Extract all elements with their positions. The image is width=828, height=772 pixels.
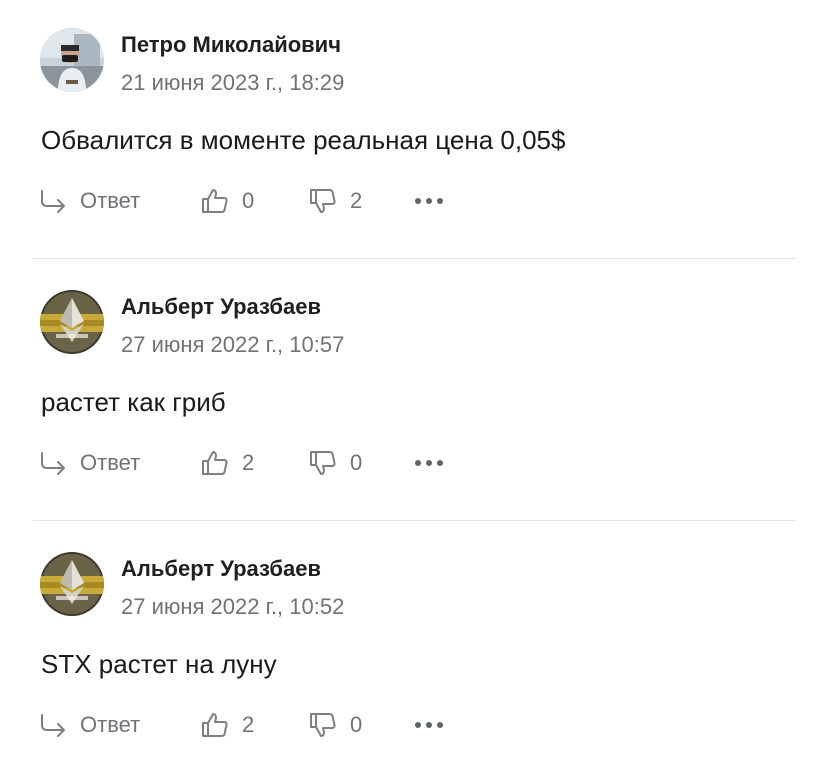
ethereum-logo-icon bbox=[40, 552, 104, 616]
like-button[interactable]: 0 bbox=[200, 183, 254, 219]
reply-arrow-icon bbox=[41, 190, 65, 213]
dislike-count: 0 bbox=[350, 450, 363, 475]
like-count: 2 bbox=[242, 450, 255, 475]
comments-list: Петро Миколайович 21 июня 2023 г., 18:29… bbox=[0, 0, 828, 772]
comment-author[interactable]: Альберт Уразбаев bbox=[121, 556, 321, 582]
reply-button[interactable]: Ответ bbox=[38, 707, 140, 743]
divider bbox=[33, 520, 796, 521]
comment-author[interactable]: Петро Миколайович bbox=[121, 32, 341, 58]
comment-text: растет как гриб bbox=[41, 387, 226, 417]
comment-actions: Ответ 2 0 bbox=[38, 707, 458, 743]
reply-label: Ответ bbox=[80, 712, 141, 737]
like-count: 2 bbox=[242, 712, 255, 737]
comment-actions: Ответ 2 0 bbox=[38, 445, 458, 481]
more-dots-icon bbox=[415, 460, 443, 466]
comment: Альберт Уразбаев 27 июня 2022 г., 10:52 … bbox=[0, 524, 828, 772]
thumbs-down-icon bbox=[310, 451, 336, 475]
more-dots-icon bbox=[415, 722, 443, 728]
user-photo-icon bbox=[40, 28, 104, 92]
dislike-count: 0 bbox=[350, 712, 363, 737]
comment-date: 27 июня 2022 г., 10:57 bbox=[121, 332, 345, 357]
comment: Альберт Уразбаев 27 июня 2022 г., 10:57 … bbox=[0, 262, 828, 524]
comment-date: 21 июня 2023 г., 18:29 bbox=[121, 70, 345, 95]
comment-text: STX растет на луну bbox=[41, 649, 277, 679]
reply-button[interactable]: Ответ bbox=[38, 183, 140, 219]
comment-actions: Ответ 0 2 bbox=[38, 183, 458, 219]
more-button[interactable] bbox=[412, 707, 446, 743]
reply-button[interactable]: Ответ bbox=[38, 445, 140, 481]
comment: Петро Миколайович 21 июня 2023 г., 18:29… bbox=[0, 0, 828, 262]
more-button[interactable] bbox=[412, 183, 446, 219]
dislike-button[interactable]: 2 bbox=[308, 183, 362, 219]
avatar[interactable] bbox=[40, 290, 104, 354]
avatar[interactable] bbox=[40, 28, 104, 92]
thumbs-up-icon bbox=[202, 713, 228, 737]
reply-arrow-icon bbox=[41, 714, 65, 737]
reply-arrow-icon bbox=[41, 452, 65, 475]
thumbs-up-icon bbox=[202, 189, 228, 213]
avatar[interactable] bbox=[40, 552, 104, 616]
thumbs-up-icon bbox=[202, 451, 228, 475]
comment-author[interactable]: Альберт Уразбаев bbox=[121, 294, 321, 320]
reply-label: Ответ bbox=[80, 188, 141, 213]
divider bbox=[33, 258, 796, 259]
comment-date: 27 июня 2022 г., 10:52 bbox=[121, 594, 345, 619]
like-count: 0 bbox=[242, 188, 255, 213]
dislike-button[interactable]: 0 bbox=[308, 445, 362, 481]
reply-label: Ответ bbox=[80, 450, 141, 475]
comment-text: Обвалится в моменте реальная цена 0,05$ bbox=[41, 125, 566, 155]
more-button[interactable] bbox=[412, 445, 446, 481]
like-button[interactable]: 2 bbox=[200, 445, 254, 481]
dislike-button[interactable]: 0 bbox=[308, 707, 362, 743]
thumbs-down-icon bbox=[310, 713, 336, 737]
like-button[interactable]: 2 bbox=[200, 707, 254, 743]
thumbs-down-icon bbox=[310, 189, 336, 213]
ethereum-logo-icon bbox=[40, 290, 104, 354]
more-dots-icon bbox=[415, 198, 443, 204]
dislike-count: 2 bbox=[350, 188, 363, 213]
